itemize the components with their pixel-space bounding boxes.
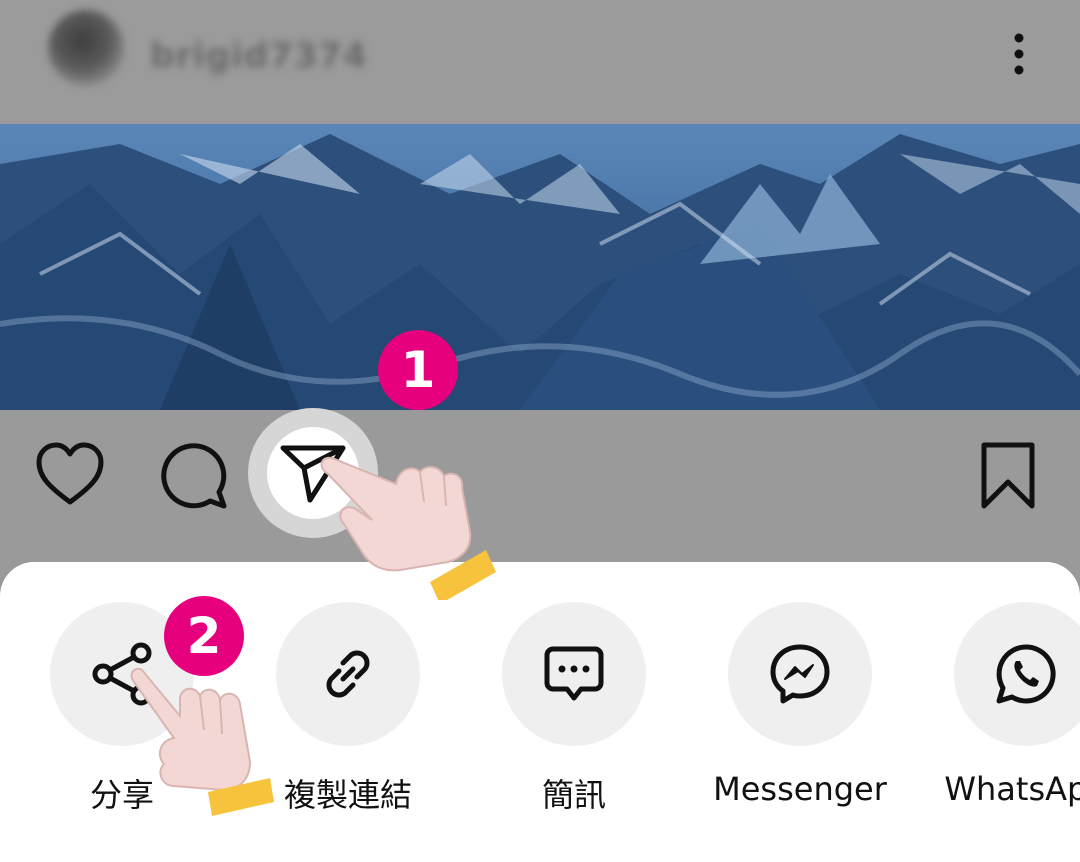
username[interactable]: brigid7374 — [150, 36, 368, 76]
whatsapp-icon — [996, 644, 1056, 704]
pointing-hand-icon — [300, 440, 510, 604]
sms-icon — [544, 646, 604, 701]
step-badge-1: 1 — [378, 330, 458, 410]
share-option-label: WhatsApp — [944, 770, 1080, 808]
post-header: brigid7374 — [0, 0, 1080, 124]
post-image[interactable] — [0, 124, 1080, 410]
link-icon — [326, 650, 370, 698]
save-button[interactable] — [976, 440, 1040, 512]
comment-icon — [161, 443, 227, 509]
mountain-image — [0, 124, 1080, 410]
messenger-icon — [770, 644, 830, 704]
share-option-messenger[interactable]: Messenger — [700, 602, 900, 812]
avatar[interactable] — [48, 10, 124, 86]
like-button[interactable] — [34, 440, 106, 510]
post-action-bar — [0, 408, 1080, 562]
share-option-circle — [954, 602, 1080, 746]
pointing-hand-icon — [120, 660, 290, 830]
more-vertical-icon — [1014, 33, 1024, 75]
share-option-sms[interactable]: 簡訊 — [474, 602, 674, 814]
share-option-whatsapp[interactable]: WhatsApp — [926, 602, 1080, 812]
heart-icon — [36, 442, 104, 505]
share-option-circle — [728, 602, 872, 746]
share-option-circle — [276, 602, 420, 746]
comment-button[interactable] — [158, 440, 230, 512]
share-option-circle — [502, 602, 646, 746]
bookmark-icon — [981, 442, 1035, 509]
more-options-button[interactable] — [1000, 28, 1040, 84]
